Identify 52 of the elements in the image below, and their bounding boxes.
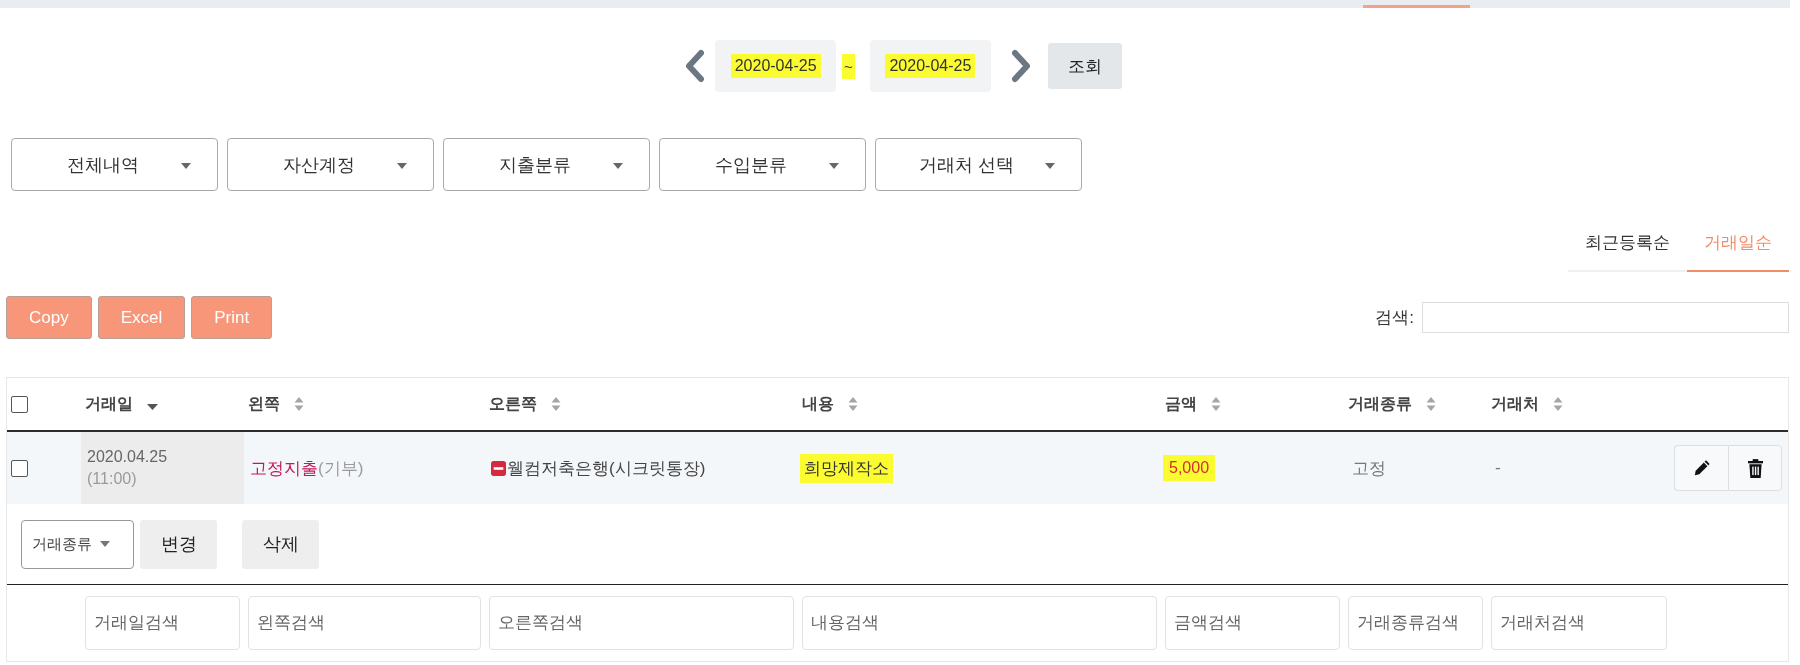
column-header[interactable]: 금액 [1165, 393, 1221, 415]
content-text: 희망제작소 [800, 453, 893, 483]
column-search-field[interactable]: 거래종류검색 [1348, 596, 1483, 650]
delete-button[interactable] [1728, 445, 1782, 491]
type-dropdown[interactable]: 거래종류 [21, 519, 134, 569]
filter-dropdown[interactable]: 수입분류 [659, 138, 866, 191]
caret-icon [829, 163, 839, 169]
select-all-checkbox[interactable] [11, 395, 28, 413]
amount-text: 5,000 [1163, 455, 1216, 481]
caret-icon [181, 163, 191, 169]
pencil-icon [1692, 459, 1711, 477]
trash-icon [1747, 458, 1763, 478]
caret-icon [397, 163, 407, 169]
caret-icon [100, 541, 110, 547]
column-search-field[interactable]: 내용검색 [802, 596, 1157, 650]
account-text: 고정지출(기부) [250, 457, 364, 480]
column-header[interactable]: 오른쪽 [489, 393, 561, 415]
column-search-field[interactable]: 거래처검색 [1491, 596, 1667, 650]
row-checkbox[interactable] [11, 459, 28, 477]
column-search-field[interactable]: 왼쪽검색 [248, 596, 481, 650]
account-text: 웰컴저축은행(시크릿통장) [507, 457, 706, 480]
chevron-left-icon[interactable] [684, 49, 707, 83]
search-field[interactable] [1422, 302, 1789, 333]
caret-icon [1045, 163, 1055, 169]
filter-dropdown[interactable]: 지출분류 [443, 138, 650, 191]
column-header[interactable]: 거래일 [85, 393, 158, 415]
column-search-field[interactable]: 오른쪽검색 [489, 596, 794, 650]
column-header[interactable]: 왼쪽 [248, 393, 304, 415]
minus-square-icon [491, 460, 506, 476]
caret-icon [613, 163, 623, 169]
filter-dropdown[interactable]: 거래처 선택 [875, 138, 1082, 191]
column-header[interactable]: 거래종류 [1348, 393, 1436, 415]
type-text: 고정 [1352, 457, 1386, 480]
edit-button[interactable] [1674, 445, 1728, 491]
search-button[interactable]: 조회 [1047, 43, 1122, 89]
counterparty-text: - [1495, 458, 1501, 478]
column-search-field[interactable]: 금액검색 [1165, 596, 1340, 650]
time-text: (11:00) [87, 470, 137, 488]
end-date-field[interactable]: 2020-04-25 [869, 40, 991, 92]
search-label: 검색: [1375, 307, 1414, 329]
bulk-action-button[interactable]: 변경 [140, 519, 217, 569]
filter-dropdown[interactable]: 자산계정 [227, 138, 434, 191]
column-search-field[interactable]: 거래일검색 [85, 596, 240, 650]
sort-tab[interactable]: 최근등록순 [1568, 215, 1687, 272]
bulk-action-button[interactable]: 삭제 [242, 519, 319, 569]
column-header[interactable]: 내용 [802, 393, 858, 415]
start-date-field[interactable]: 2020-04-25 [715, 40, 837, 92]
filter-dropdown[interactable]: 전체내역 [11, 138, 218, 191]
date-text: 2020.04.25 [87, 448, 168, 466]
column-header[interactable]: 거래처 [1491, 393, 1563, 415]
range-separator: ~ [842, 53, 855, 79]
chevron-right-icon[interactable] [1009, 49, 1032, 83]
